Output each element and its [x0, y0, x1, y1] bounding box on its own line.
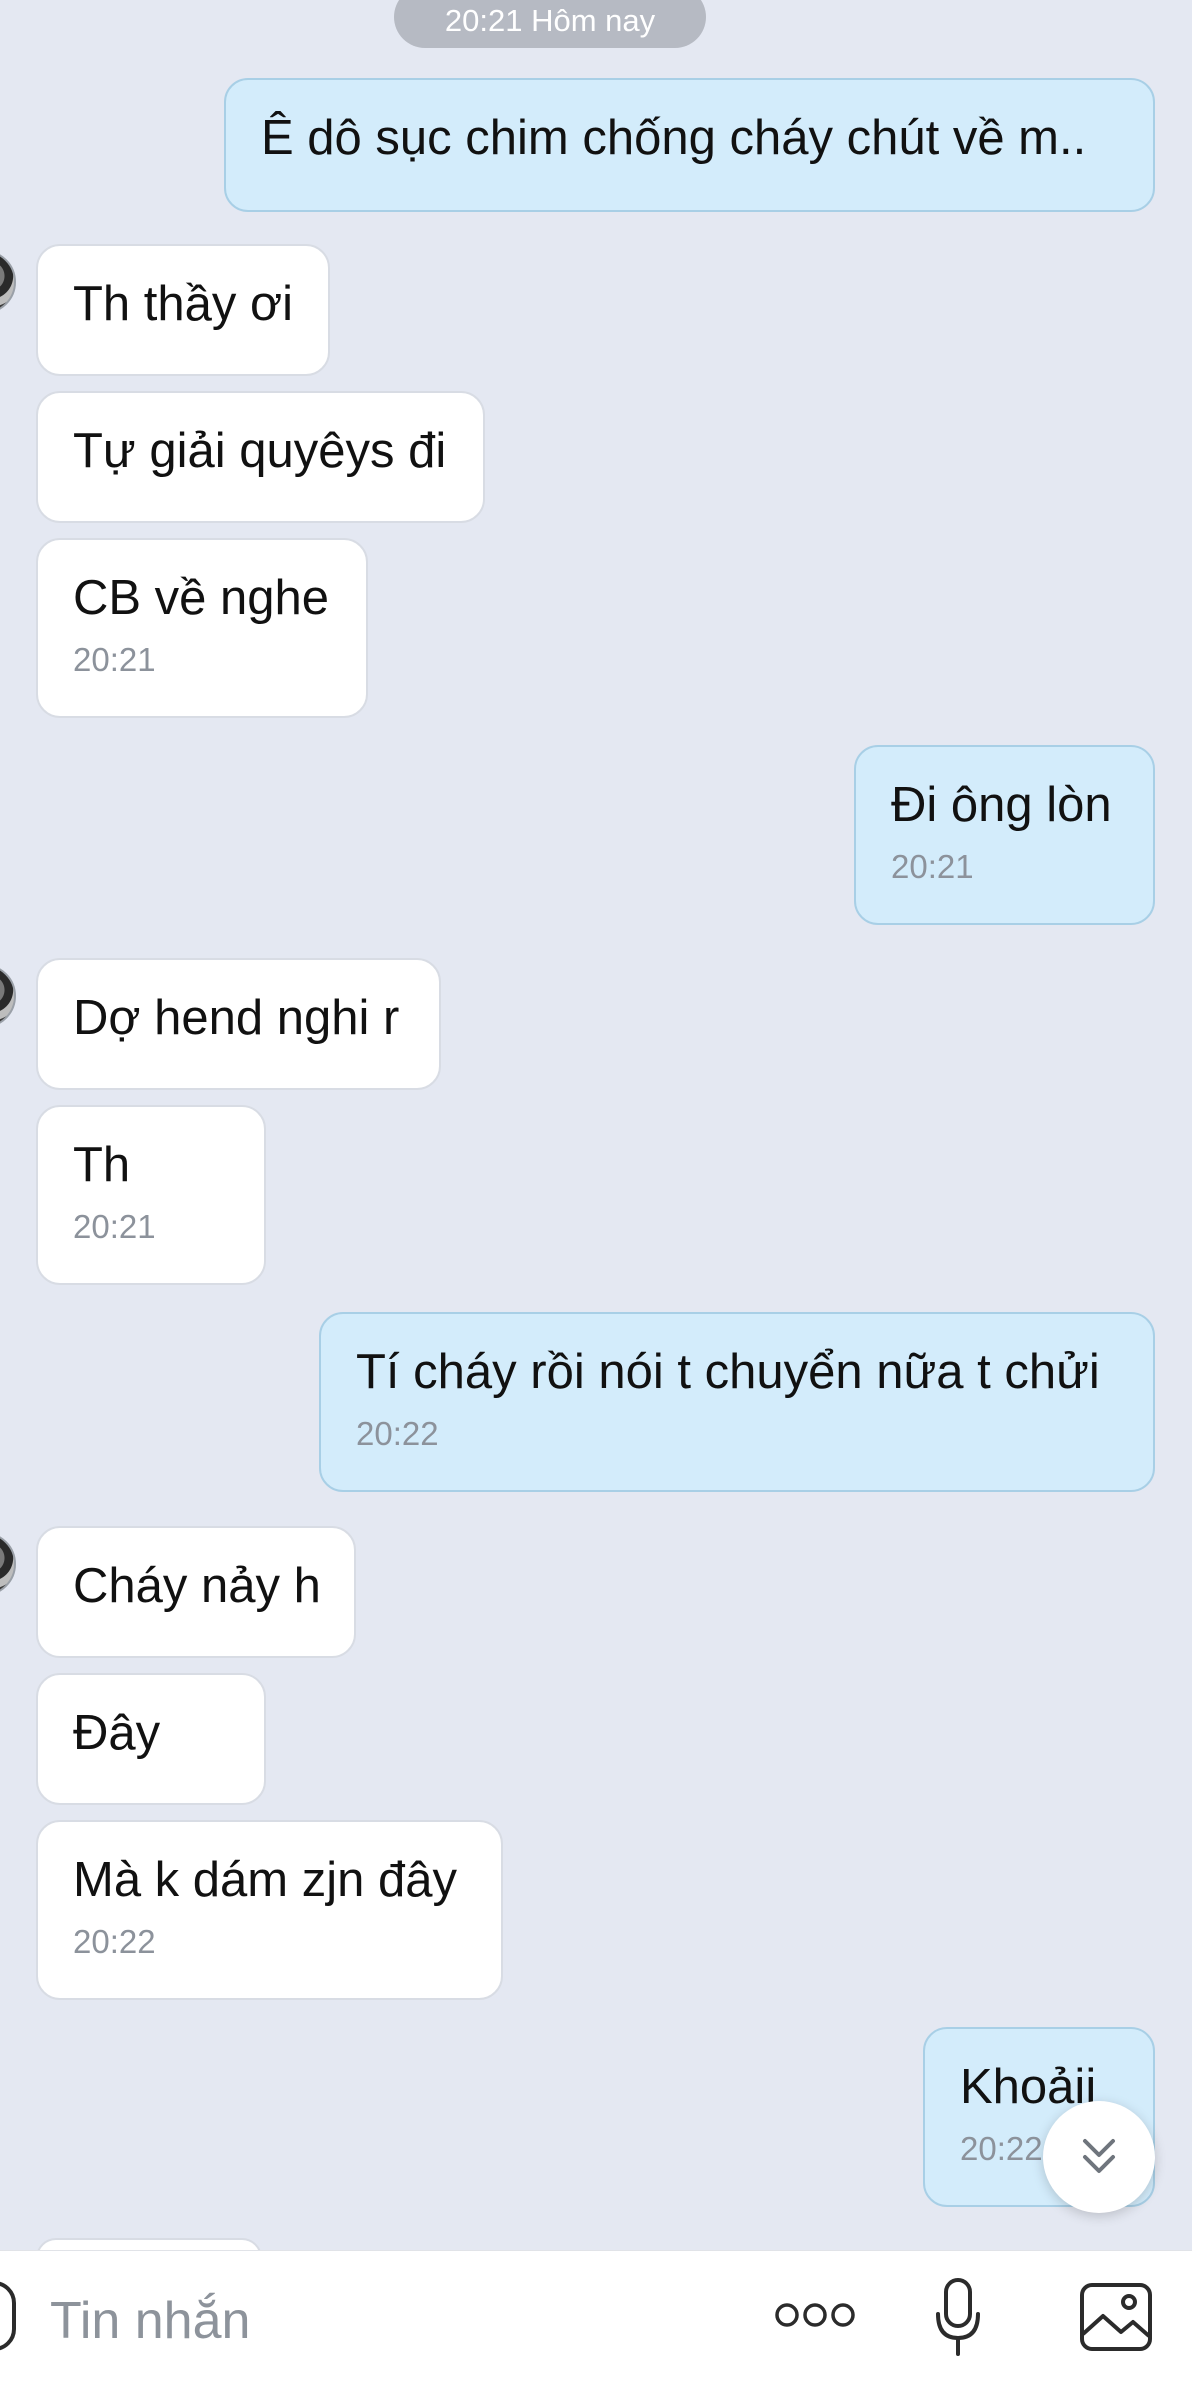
message-bubble-incoming[interactable]: Tự giải quyêys đi [36, 391, 485, 523]
message-bubble-outgoing[interactable]: Đi ông lòn 20:21 [854, 745, 1155, 925]
message-text: Tí cháy rồi nói t chuyển nữa t chửi [356, 1345, 1100, 1399]
emoji-icon[interactable] [0, 2281, 16, 2351]
message-bubble-outgoing[interactable]: Tí cháy rồi nói t chuyển nữa t chửi 20:2… [319, 1312, 1155, 1492]
message-text: CB về nghe [73, 571, 330, 625]
microphone-icon [936, 2278, 980, 2356]
more-button[interactable] [770, 2285, 860, 2345]
scroll-to-bottom-button[interactable] [1043, 2101, 1155, 2213]
avatar[interactable] [0, 250, 16, 314]
chat-screen: 20:21 Hôm nay Ê dô sục chim chống cháy c… [0, 0, 1192, 2383]
message-text: Tự giải quyêys đi [73, 424, 447, 478]
message-time: 20:21 [891, 848, 974, 885]
avatar[interactable] [0, 1532, 16, 1596]
message-text: Ê dô sục chim chống cháy chút về m.. [261, 111, 1087, 165]
image-button[interactable] [1074, 2277, 1158, 2357]
message-bubble-outgoing[interactable]: Ê dô sục chim chống cháy chút về m.. [224, 78, 1155, 212]
double-chevron-down-icon [1083, 2139, 1115, 2173]
date-separator: 20:21 Hôm nay [394, 0, 706, 48]
message-bubble-incoming[interactable]: Mà k dám zjn đây 20:22 [36, 1820, 503, 2000]
more-dots-icon [775, 2303, 855, 2327]
message-bubble-incoming[interactable]: CB về nghe 20:21 [36, 538, 368, 718]
voice-button[interactable] [925, 2273, 991, 2363]
message-text: Dợ hend nghi r [73, 991, 400, 1045]
message-time: 20:21 [73, 1208, 156, 1245]
message-bubble-incoming[interactable]: Th 20:21 [36, 1105, 266, 1285]
message-text: Đi ông lòn [891, 778, 1112, 832]
message-text: Th [73, 1138, 131, 1192]
message-text: Th thầy ơi [73, 277, 294, 331]
avatar[interactable] [0, 964, 16, 1028]
message-input[interactable]: Tin nhắn [50, 2289, 250, 2353]
message-text: Cháy nảy h [73, 1559, 321, 1613]
image-icon [1080, 2283, 1152, 2351]
message-text: Đây [73, 1706, 161, 1760]
message-bubble-incoming[interactable]: Th thầy ơi [36, 244, 330, 376]
message-text: Mà k dám zjn đây [73, 1853, 457, 1907]
message-bubble-incoming[interactable]: Cháy nảy h [36, 1526, 356, 1658]
message-bubble-incoming[interactable]: Dợ hend nghi r [36, 958, 441, 1090]
message-composer: Tin nhắn [0, 2250, 1192, 2383]
message-time: 20:22 [73, 1923, 156, 1960]
message-bubble-incoming[interactable]: Đây [36, 1673, 266, 1805]
message-time: 20:22 [356, 1415, 439, 1452]
message-time: 20:21 [73, 641, 156, 678]
